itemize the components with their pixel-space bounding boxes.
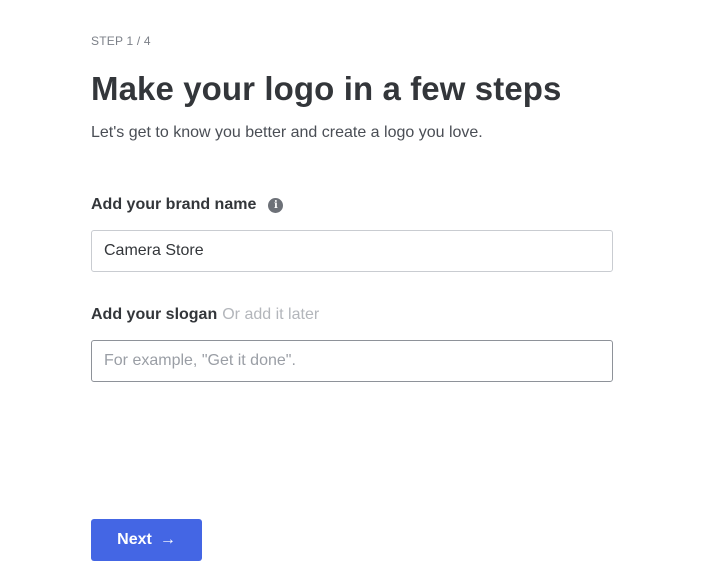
page-subtitle: Let's get to know you better and create … <box>91 124 483 141</box>
next-button-label: Next <box>117 531 152 548</box>
slogan-label-row: Add your slogan Or add it later <box>91 306 319 324</box>
step-indicator: STEP 1 / 4 <box>91 34 151 48</box>
arrow-right-icon: → <box>159 531 176 548</box>
brand-name-label-row: Add your brand name i <box>91 196 284 214</box>
brand-name-input[interactable] <box>91 230 613 272</box>
slogan-optional-hint: Or add it later <box>222 306 320 323</box>
logo-maker-step-page: STEP 1 / 4 Make your logo in a few steps… <box>0 0 709 575</box>
slogan-input[interactable] <box>91 340 613 382</box>
slogan-label: Add your slogan <box>91 306 218 323</box>
brand-name-label: Add your brand name <box>91 196 257 213</box>
info-icon[interactable]: i <box>268 197 284 213</box>
next-button[interactable]: Next → <box>91 519 202 561</box>
page-title: Make your logo in a few steps <box>91 70 562 107</box>
